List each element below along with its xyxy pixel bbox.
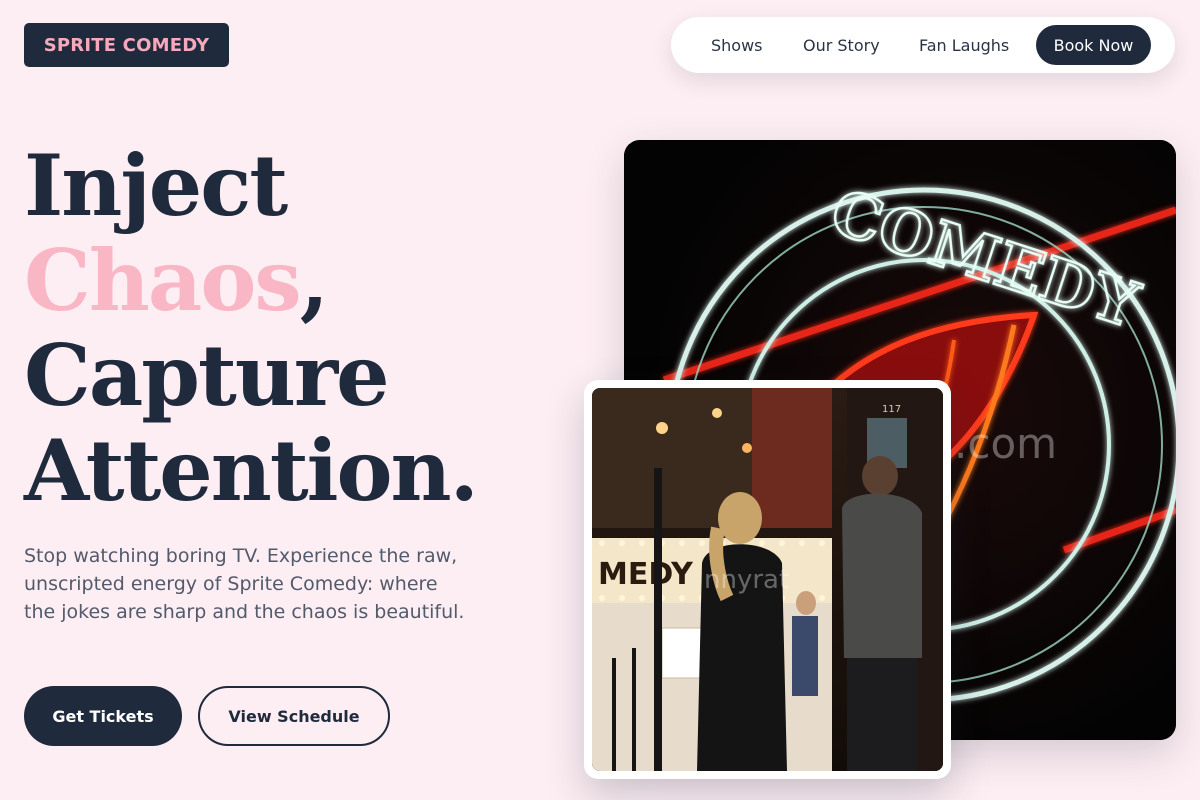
- comedy-bar-illustration: 117 MEDY BAR nnyrat: [592, 388, 943, 771]
- main-nav: Shows Our Story Fan Laughs Book Now: [671, 17, 1175, 73]
- hero-headline: Inject Chaos, Capture Attention.: [24, 136, 479, 520]
- door-number: 117: [882, 404, 901, 415]
- watermark-text-secondary: nnyrat: [704, 565, 789, 595]
- book-now-button[interactable]: Book Now: [1036, 25, 1151, 65]
- brand-logo[interactable]: SPRITE COMEDY: [24, 23, 229, 67]
- view-schedule-button[interactable]: View Schedule: [198, 686, 390, 746]
- hero-subtext: Stop watching boring TV. Experience the …: [24, 545, 465, 623]
- nav-link-shows[interactable]: Shows: [711, 17, 763, 73]
- headline-line-2: Chaos,: [24, 233, 477, 328]
- nav-link-our-story[interactable]: Our Story: [803, 17, 880, 73]
- headline-accent-suffix: ,: [299, 231, 329, 330]
- headline-line-3: Capture: [24, 326, 390, 425]
- headline-line-1: Inject: [24, 136, 288, 235]
- watermark-text: .com: [954, 419, 1057, 468]
- headline-accent-word: Chaos: [24, 231, 302, 330]
- comedy-bar-photo-card: 117 MEDY BAR nnyrat: [584, 380, 951, 779]
- headline-line-4: Attention.: [24, 421, 479, 520]
- get-tickets-button[interactable]: Get Tickets: [24, 686, 182, 746]
- nav-link-fan-laughs[interactable]: Fan Laughs: [919, 17, 1009, 73]
- comedy-bar-photo: 117 MEDY BAR nnyrat: [592, 388, 943, 771]
